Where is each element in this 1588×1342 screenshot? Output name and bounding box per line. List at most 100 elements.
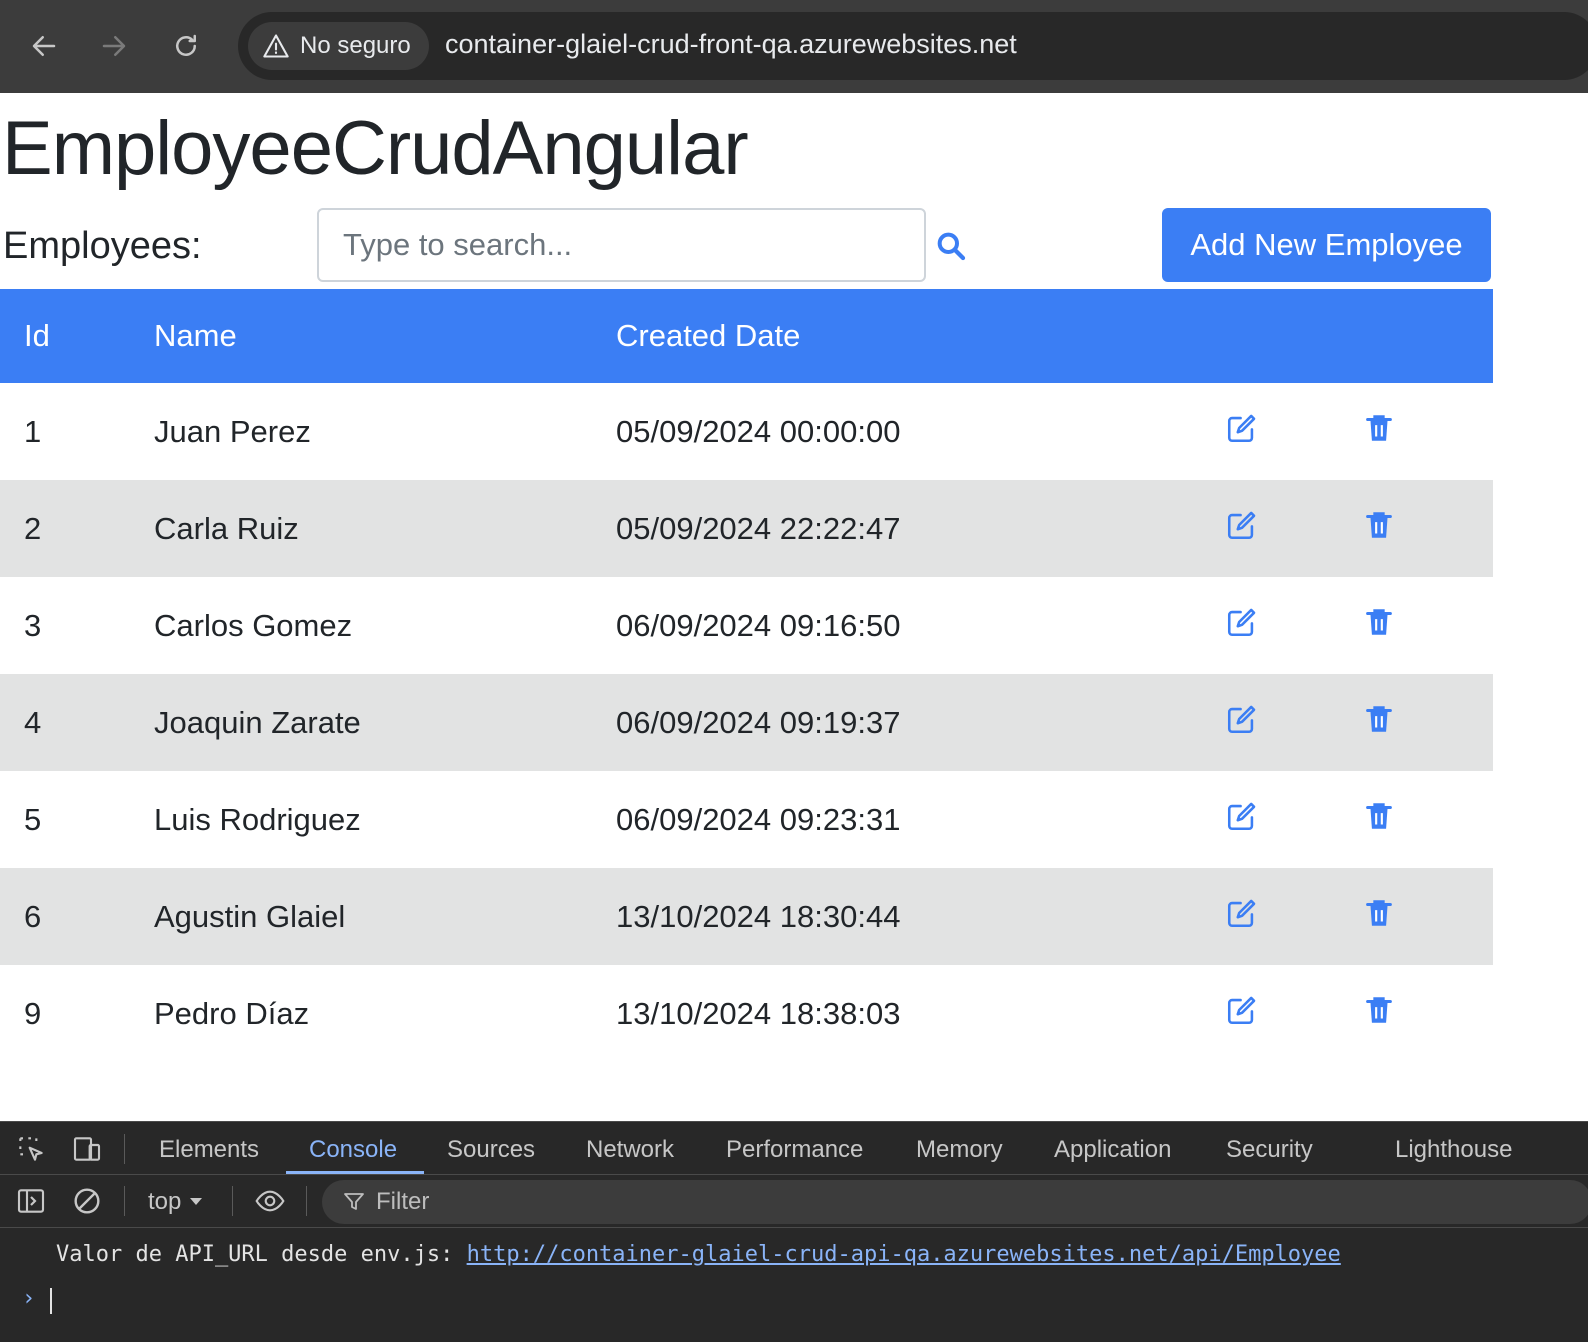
table-row: 2 Carla Ruiz 05/09/2024 22:22:47 [0, 480, 1493, 577]
trash-icon[interactable] [1361, 701, 1397, 737]
cell-delete [1361, 577, 1493, 674]
device-icon [73, 1137, 101, 1161]
cell-created-date: 06/09/2024 09:19:37 [616, 704, 901, 740]
cell-name: Carlos Gomez [154, 607, 353, 643]
employees-table: Id Name Created Date 1 Juan Perez 05/09/20… [0, 289, 1493, 1062]
cell-delete [1361, 771, 1493, 868]
cell-delete [1361, 480, 1493, 577]
sidebar-icon [17, 1189, 45, 1213]
devtools-tab-lighthouse[interactable]: Lighthouse [1395, 1136, 1512, 1164]
devtools-tab-application[interactable]: Application [1054, 1136, 1171, 1164]
cell-delete [1361, 965, 1493, 1062]
filter-icon [344, 1193, 364, 1210]
trash-icon[interactable] [1361, 507, 1397, 543]
device-toolbar-button[interactable] [70, 1132, 104, 1166]
context-select[interactable]: top [148, 1188, 203, 1216]
cell-id: 6 [24, 898, 42, 934]
clear-console-button[interactable] [70, 1184, 104, 1218]
devtools-panel: Elements Console Sources Network Perform… [0, 1121, 1588, 1342]
cell-created-date: 13/10/2024 18:38:03 [616, 995, 901, 1031]
console-message: Valor de API_URL desde env.js: [56, 1242, 467, 1267]
toolbar-divider [124, 1134, 125, 1164]
warning-icon [263, 34, 289, 58]
url-text[interactable]: container-glaiel-crud-front-qa.azurewebs… [445, 29, 1017, 60]
table-row: 3 Carlos Gomez 06/09/2024 09:16:50 [0, 577, 1493, 674]
live-expression-button[interactable] [250, 1184, 290, 1218]
edit-icon[interactable] [1224, 895, 1260, 931]
cell-edit [1224, 771, 1361, 868]
cell-id: 1 [24, 413, 42, 449]
cell-edit [1224, 868, 1361, 965]
trash-icon[interactable] [1361, 895, 1397, 931]
active-tab-indicator [286, 1171, 424, 1174]
edit-icon[interactable] [1224, 604, 1260, 640]
devtools-tab-network[interactable]: Network [586, 1136, 674, 1164]
devtools-tab-memory[interactable]: Memory [916, 1136, 1003, 1164]
devtools-tab-bar: Elements Console Sources Network Perform… [0, 1122, 1588, 1175]
inspect-icon [19, 1137, 43, 1161]
edit-icon[interactable] [1224, 701, 1260, 737]
cell-created-date: 13/10/2024 18:30:44 [616, 898, 901, 934]
search-input[interactable] [317, 208, 926, 282]
console-filter-input[interactable]: Filter [322, 1180, 1588, 1224]
cell-id: 9 [24, 995, 42, 1031]
edit-icon[interactable] [1224, 798, 1260, 834]
employees-label: Employees: [3, 225, 202, 267]
context-label: top [148, 1188, 182, 1215]
cell-name: Agustin Glaiel [154, 898, 346, 934]
address-bar[interactable]: No seguro container-glaiel-crud-front-qa… [238, 12, 1588, 80]
toolbar-divider [124, 1186, 125, 1216]
cell-edit [1224, 383, 1361, 480]
console-toolbar: top Filter [0, 1176, 1588, 1228]
cell-delete [1361, 674, 1493, 771]
eye-icon [255, 1190, 285, 1212]
cell-created-date: 05/09/2024 00:00:00 [616, 413, 901, 449]
security-chip[interactable]: No seguro [248, 22, 429, 70]
console-link[interactable]: http://container-glaiel-crud-api-qa.azur… [467, 1242, 1341, 1267]
header-name: Name [154, 318, 237, 353]
devtools-tab-console[interactable]: Console [309, 1136, 397, 1164]
cell-delete [1361, 868, 1493, 965]
cell-name: Luis Rodriguez [154, 801, 361, 837]
clear-icon [74, 1188, 100, 1214]
devtools-tab-security[interactable]: Security [1226, 1136, 1313, 1164]
reload-icon [176, 34, 196, 56]
cell-name: Joaquin Zarate [154, 704, 361, 740]
cell-delete [1361, 383, 1493, 480]
forward-button[interactable] [92, 24, 136, 68]
cell-created-date: 05/09/2024 22:22:47 [616, 510, 901, 546]
trash-icon[interactable] [1361, 992, 1397, 1028]
inspect-element-button[interactable] [14, 1132, 48, 1166]
toolbar-divider [306, 1186, 307, 1216]
browser-toolbar: No seguro container-glaiel-crud-front-qa… [0, 0, 1588, 93]
cell-name: Carla Ruiz [154, 510, 299, 546]
console-caret[interactable] [50, 1288, 52, 1314]
devtools-tab-sources[interactable]: Sources [447, 1136, 535, 1164]
devtools-tab-performance[interactable]: Performance [726, 1136, 863, 1164]
reload-button[interactable] [164, 24, 208, 68]
arrow-left-icon [32, 36, 56, 56]
header-id: Id [24, 318, 50, 353]
console-log-entry: Valor de API_URL desde env.js: http://co… [56, 1242, 1341, 1267]
table-header-row: Id Name Created Date [0, 289, 1493, 383]
devtools-tab-elements[interactable]: Elements [159, 1136, 259, 1164]
trash-icon[interactable] [1361, 410, 1397, 446]
add-employee-button[interactable]: Add New Employee [1162, 208, 1491, 282]
edit-icon[interactable] [1224, 410, 1260, 446]
cell-name: Juan Perez [154, 413, 311, 449]
cell-edit [1224, 480, 1361, 577]
table-row: 4 Joaquin Zarate 06/09/2024 09:19:37 [0, 674, 1493, 771]
cell-created-date: 06/09/2024 09:23:31 [616, 801, 901, 837]
table-row: 5 Luis Rodriguez 06/09/2024 09:23:31 [0, 771, 1493, 868]
edit-icon[interactable] [1224, 507, 1260, 543]
header-delete [1361, 289, 1493, 383]
sidebar-toggle-button[interactable] [14, 1184, 48, 1218]
trash-icon[interactable] [1361, 798, 1397, 834]
cell-edit [1224, 674, 1361, 771]
edit-icon[interactable] [1224, 992, 1260, 1028]
search-button[interactable] [932, 227, 970, 265]
back-button[interactable] [22, 24, 66, 68]
table-row: 6 Agustin Glaiel 13/10/2024 18:30:44 [0, 868, 1493, 965]
trash-icon[interactable] [1361, 604, 1397, 640]
toolbar-divider [232, 1186, 233, 1216]
